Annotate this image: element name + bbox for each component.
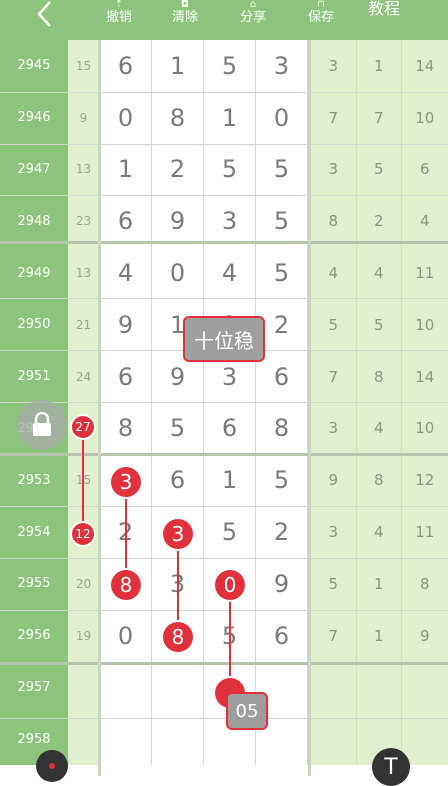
lock-icon [33,412,51,436]
marked-digit-ball[interactable]: 0 [215,570,245,600]
lock-button[interactable] [17,400,67,450]
color-picker-button[interactable] [36,750,68,782]
marked-digit-ball[interactable]: 3 [163,519,193,549]
tens-stable-label[interactable]: 十位稳 [183,316,265,362]
marked-sum-ball[interactable]: 12 [72,523,94,545]
marked-digit-ball[interactable]: 8 [111,570,141,600]
trend-lines [82,427,231,692]
red-dot-icon [49,763,55,769]
marked-digit-ball[interactable]: 3 [111,467,141,497]
prediction-label[interactable]: 05 [226,692,268,730]
marked-digit-ball[interactable]: 8 [163,622,193,652]
marked-sum-ball[interactable]: 27 [72,416,94,438]
text-tool-button[interactable]: T [372,748,410,786]
